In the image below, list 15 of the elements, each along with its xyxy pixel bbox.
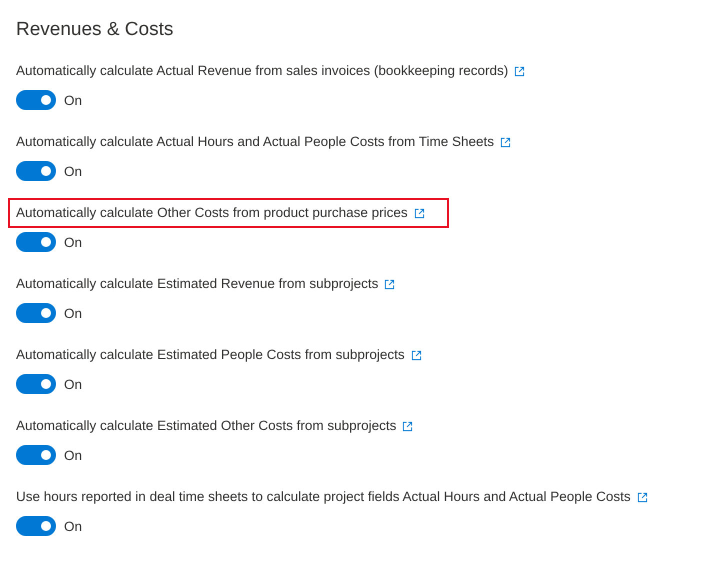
setting-label: Automatically calculate Actual Revenue from sales invoices (bookkeeping records) <box>16 62 508 80</box>
toggle-state-label: On <box>64 92 82 108</box>
toggle-state-label: On <box>64 376 82 392</box>
toggle-state-label: On <box>64 164 82 178</box>
setting-label: Automatically calculate Other Costs from product purchase prices <box>16 204 408 222</box>
setting-label: Automatically calculate Actual Hours and Actual People Costs from Time Sheets <box>16 133 494 151</box>
setting-label: Automatically calculate Estimated Other Costs from subprojects <box>16 417 396 435</box>
toggle-state-label: On <box>64 306 82 320</box>
toggle-state-label: On <box>64 448 82 462</box>
toggle-state-label: On <box>64 234 82 250</box>
section-title: Revenues & Costs <box>16 18 174 42</box>
setting-label: Automatically calculate Estimated People Costs from subprojects <box>16 346 405 364</box>
toggle-state-label: On <box>64 518 82 534</box>
setting-label: Automatically calculate Estimated Revenue from subprojects <box>16 275 378 293</box>
setting-label: Use hours reported in deal time sheets to calculate project fields Actual Hours and Actual People Costs <box>16 488 631 506</box>
